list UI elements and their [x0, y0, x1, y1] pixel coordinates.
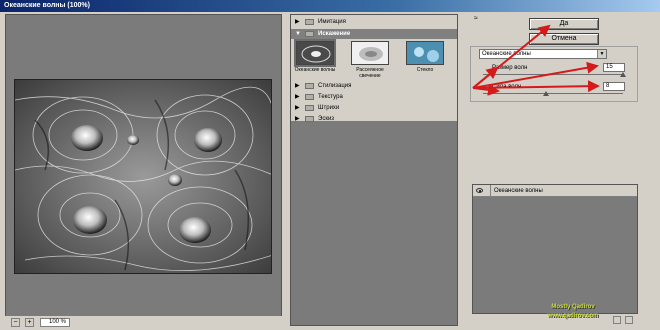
- cancel-button[interactable]: Отмена: [529, 33, 599, 45]
- collapse-arrow-icon: ▼: [295, 31, 301, 37]
- expand-arrow-icon: ▶: [295, 83, 300, 89]
- ripple-magnitude-slider-handle[interactable]: [543, 91, 549, 96]
- folder-icon: [305, 116, 314, 122]
- ripple-size-slider-handle[interactable]: [620, 72, 626, 77]
- ripple-magnitude-input[interactable]: 8: [603, 82, 625, 91]
- expand-arrow-icon: ▶: [295, 94, 300, 100]
- zoom-out-button[interactable]: −: [11, 318, 20, 327]
- category-stylize[interactable]: ▶ Стилизация: [291, 81, 457, 91]
- ripple-size-slider[interactable]: [483, 74, 623, 75]
- watermark: Mostly Qadirov www.qadirov.com: [518, 303, 628, 321]
- filter-type-value: Океанские волны: [482, 51, 531, 57]
- folder-icon: [305, 94, 314, 100]
- thumbnail-label: Океанские волны: [294, 67, 336, 73]
- thumbnail-label: Стекло: [416, 67, 434, 73]
- watermark-line2: www.qadirov.com: [547, 313, 599, 319]
- ok-button[interactable]: Да: [529, 18, 599, 30]
- preview-image: [14, 79, 272, 274]
- effect-layers-panel: Океанские волны: [472, 184, 638, 314]
- zoom-bar: − + 100 %: [5, 316, 282, 328]
- thumbnail-ocean-ripple[interactable]: [294, 39, 336, 67]
- expand-arrow-icon: ▶: [295, 19, 300, 25]
- category-sketch[interactable]: ▶ Эскиз: [291, 114, 457, 124]
- preview-panel: [5, 14, 282, 324]
- zoom-level-select[interactable]: 100 %: [40, 318, 70, 327]
- watermark-line1: Mostly Qadirov: [551, 304, 595, 310]
- thumbnail-glass[interactable]: [406, 41, 444, 65]
- category-label: Искажение: [318, 31, 351, 37]
- eye-icon[interactable]: [476, 188, 483, 193]
- effect-layer-row[interactable]: Океанские волны: [473, 185, 637, 197]
- effect-layer-label: Океанские волны: [490, 185, 543, 197]
- category-label: Имитация: [318, 19, 346, 25]
- window-title: Океанские волны (100%): [0, 0, 660, 12]
- category-distort[interactable]: ▼ Искажение: [291, 29, 457, 39]
- ripple-magnitude-label: Сила волн: [492, 84, 522, 90]
- folder-icon: [305, 31, 314, 37]
- thumbnail-diffuse-glow[interactable]: [351, 41, 389, 65]
- expand-arrow-icon: ▶: [295, 105, 300, 111]
- ripple-size-label: Размер волн: [492, 65, 528, 71]
- filter-categories: ▶ Имитация ▼ Искажение Океанские волны Р…: [291, 15, 457, 124]
- category-imitation[interactable]: ▶ Имитация: [291, 17, 457, 27]
- expand-arrow-icon: ▶: [295, 116, 300, 122]
- chevron-down-icon: ▼: [597, 50, 606, 58]
- category-texture[interactable]: ▶ Текстура: [291, 92, 457, 102]
- folder-icon: [305, 105, 314, 111]
- category-brush-strokes[interactable]: ▶ Штрихи: [291, 103, 457, 113]
- folder-icon: [305, 19, 314, 25]
- category-label: Эскиз: [318, 116, 335, 122]
- filter-list-panel: ▶ Имитация ▼ Искажение Океанские волны Р…: [290, 14, 458, 326]
- filter-gallery-window: Океанские волны (100%) − + 100 % ▶ Имита…: [0, 0, 660, 330]
- category-label: Стилизация: [318, 83, 352, 89]
- collapse-gallery-toggle[interactable]: ≈: [474, 15, 478, 22]
- zoom-in-button[interactable]: +: [25, 318, 34, 327]
- category-label: Текстура: [318, 94, 343, 100]
- category-label: Штрихи: [318, 105, 340, 111]
- folder-icon: [305, 83, 314, 89]
- thumbnail-label: Рассеянное свечение: [356, 67, 384, 79]
- filter-type-select[interactable]: Океанские волны ▼: [479, 49, 607, 59]
- ripple-magnitude-slider[interactable]: [483, 93, 623, 94]
- ripple-size-input[interactable]: 15: [603, 63, 625, 72]
